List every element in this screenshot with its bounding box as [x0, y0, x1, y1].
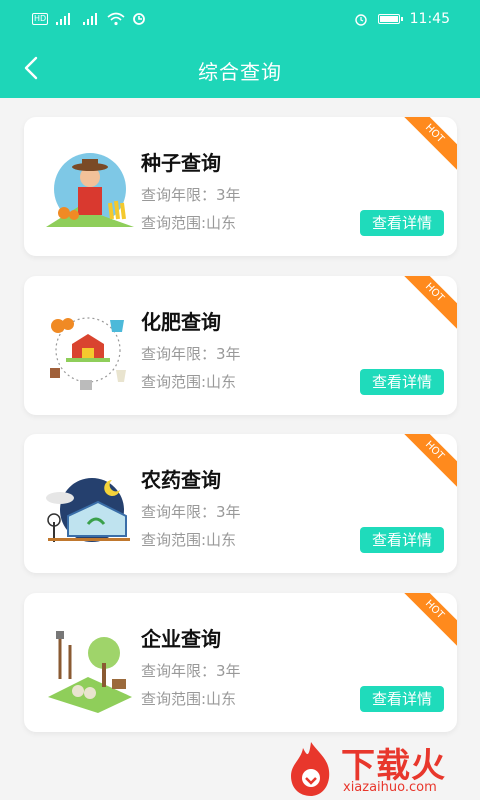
status-right: 11:45 [354, 11, 450, 27]
nav-bar: 综合查询 [0, 40, 480, 98]
view-details-button[interactable]: 查看详情 [360, 527, 444, 553]
query-card-pesticide[interactable]: 农药查询 查询年限：3年 查询范围:山东 查看详情 HOT [24, 434, 457, 573]
greenhouse-icon [46, 478, 130, 542]
card-years: 查询年限：3年 [141, 503, 241, 521]
flame-icon [291, 742, 330, 796]
watermark-logo: 下载火 xiazaihuo.com [285, 738, 480, 800]
card-title: 种子查询 [141, 151, 221, 175]
view-details-button[interactable]: 查看详情 [360, 210, 444, 236]
card-title: 化肥查询 [141, 310, 221, 334]
status-left: HD [32, 12, 146, 26]
card-years: 查询年限：3年 [141, 662, 241, 680]
view-details-button[interactable]: 查看详情 [360, 686, 444, 712]
signal-icon [56, 13, 71, 25]
alarm-icon [354, 14, 367, 26]
hd-badge: HD [32, 13, 49, 25]
hot-badge: HOT [395, 434, 457, 490]
watermark-subtext: xiazaihuo.com [343, 780, 437, 795]
query-card-fertilizer[interactable]: 化肥查询 查询年限：3年 查询范围:山东 查看详情 HOT [24, 276, 457, 415]
view-details-button[interactable]: 查看详情 [360, 369, 444, 395]
wifi-icon [107, 12, 125, 26]
card-title: 企业查询 [141, 627, 221, 651]
battery-icon [377, 14, 403, 24]
card-region: 查询范围:山东 [141, 373, 237, 391]
hot-badge: HOT [395, 117, 457, 173]
signal-icon-2 [83, 13, 98, 25]
query-card-enterprise[interactable]: 企业查询 查询年限：3年 查询范围:山东 查看详情 HOT [24, 593, 457, 732]
status-time: 11:45 [409, 11, 450, 27]
card-title: 农药查询 [141, 468, 221, 492]
page-title: 综合查询 [198, 60, 282, 84]
farmer-icon [46, 153, 134, 227]
query-card-seed[interactable]: 种子查询 查询年限：3年 查询范围:山东 查看详情 HOT [24, 117, 457, 256]
farm-cycle-icon [50, 317, 126, 390]
card-years: 查询年限：3年 [141, 186, 241, 204]
garden-tools-icon [48, 631, 132, 713]
card-region: 查询范围:山东 [141, 531, 237, 549]
card-years: 查询年限：3年 [141, 345, 241, 363]
hot-badge: HOT [395, 593, 457, 649]
card-region: 查询范围:山东 [141, 214, 237, 232]
status-bar: HD 11:45 [0, 0, 480, 40]
card-region: 查询范围:山东 [141, 690, 237, 708]
hot-badge: HOT [395, 276, 457, 332]
sync-icon [133, 13, 146, 25]
